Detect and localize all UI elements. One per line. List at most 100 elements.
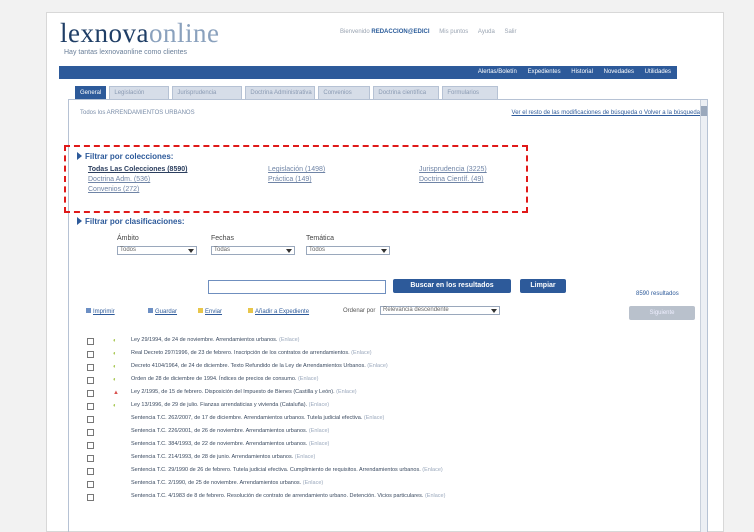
save-button[interactable]: Guardar xyxy=(148,308,177,315)
email-button[interactable]: Enviar xyxy=(198,308,222,315)
result-title[interactable]: Sentencia T.C. 226/2001, de 26 de noviem… xyxy=(131,428,307,434)
collection-scientific-doctrine[interactable]: Doctrina Científ. (49) xyxy=(419,176,484,183)
nav-link-folders[interactable]: Expedientes xyxy=(528,69,561,75)
breadcrumb: Todos los ARRENDAMIENTOS URBANOS xyxy=(80,110,195,116)
tab-agreements[interactable]: Convenios xyxy=(318,86,371,99)
collection-legislation[interactable]: Legislación (1498) xyxy=(268,166,325,173)
collections-filter-title: Filtrar por colecciones: xyxy=(77,152,173,161)
result-title[interactable]: Sentencia T.C. 29/1990 de 26 de febrero.… xyxy=(131,467,421,473)
tab-general[interactable]: General xyxy=(75,86,107,99)
result-title[interactable]: Ley 2/1995, de 15 de febrero. Disposició… xyxy=(131,389,335,395)
result-checkbox[interactable] xyxy=(87,481,94,488)
collection-all[interactable]: Todas Las Colecciones (8590) xyxy=(88,166,187,173)
collection-admin-doctrine[interactable]: Doctrina Adm. (536) xyxy=(88,176,150,183)
search-results-button[interactable]: Buscar en los resultados xyxy=(393,279,511,293)
userbar-link-help[interactable]: Ayuda xyxy=(478,29,495,35)
result-more-link[interactable]: (Enlace) xyxy=(295,454,315,460)
clear-button[interactable]: Limpiar xyxy=(520,279,566,293)
result-checkbox[interactable] xyxy=(87,364,94,371)
result-title[interactable]: Orden de 28 de diciembre de 1994. Índice… xyxy=(131,376,296,382)
back-to-search-link[interactable]: Ver el resto de las modificaciones de bú… xyxy=(510,109,700,117)
chevron-down-icon xyxy=(286,249,292,253)
result-checkbox[interactable] xyxy=(87,416,94,423)
result-title[interactable]: Real Decreto 297/1996, de 23 de febrero.… xyxy=(131,350,350,356)
collection-agreements[interactable]: Convenios (272) xyxy=(88,186,139,193)
tab-legislation[interactable]: Legislación xyxy=(109,86,170,99)
tab-admin-doctrine[interactable]: Doctrina Administrativa xyxy=(245,86,316,99)
result-checkbox[interactable] xyxy=(87,403,94,410)
result-more-link[interactable]: (Enlace) xyxy=(351,350,371,356)
result-title[interactable]: Ley 13/1996, de 29 de julio. Fianzas arr… xyxy=(131,402,307,408)
save-icon xyxy=(148,308,153,313)
classifications-filter-title: Filtrar por clasificaciones: xyxy=(77,217,185,226)
result-title[interactable]: Sentencia T.C. 2/1990, de 25 de noviembr… xyxy=(131,480,301,486)
tab-jurisprudence[interactable]: Jurisprudencia xyxy=(172,86,243,99)
scrollbar-thumb[interactable] xyxy=(701,106,707,116)
tab-forms[interactable]: Formularios xyxy=(442,86,499,99)
filter-select-scope[interactable]: Todos xyxy=(117,246,197,255)
result-more-link[interactable]: (Enlace) xyxy=(309,402,329,408)
result-more-link[interactable]: (Enlace) xyxy=(279,337,299,343)
result-more-link[interactable]: (Enlace) xyxy=(364,415,384,421)
top-nav-bar: Alertas/Boletín Expedientes Historial No… xyxy=(59,66,677,79)
result-checkbox[interactable] xyxy=(87,377,94,384)
print-button[interactable]: Imprimir xyxy=(86,308,115,315)
result-text-wrap: Sentencia T.C. 262/2007, de 17 de diciem… xyxy=(131,415,384,421)
nav-link-news[interactable]: Novedades xyxy=(604,69,634,75)
order-select[interactable]: Relevancia descendente xyxy=(380,306,500,315)
filter-select-dates[interactable]: Todas xyxy=(211,246,295,255)
result-title[interactable]: Sentencia T.C. 262/2007, de 17 de diciem… xyxy=(131,415,362,421)
result-checkbox[interactable] xyxy=(87,338,94,345)
result-title[interactable]: Sentencia T.C. 4/1983 de 8 de febrero. R… xyxy=(131,493,423,499)
next-page-button[interactable]: Siguiente xyxy=(629,306,695,320)
result-more-link[interactable]: (Enlace) xyxy=(303,480,323,486)
welcome-text: Bienvenido xyxy=(340,29,370,35)
result-text-wrap: Sentencia T.C. 226/2001, de 26 de noviem… xyxy=(131,428,329,434)
result-text-wrap: Real Decreto 297/1996, de 23 de febrero.… xyxy=(131,350,372,356)
result-title[interactable]: Ley 29/1994, de 24 de noviembre. Arrenda… xyxy=(131,337,277,343)
user-name[interactable]: REDACCION@EDICI xyxy=(371,29,429,35)
result-more-link[interactable]: (Enlace) xyxy=(309,428,329,434)
user-bar: Bienvenido REDACCION@EDICI Mis puntos Ay… xyxy=(332,29,517,35)
filter-label-scope: Ámbito xyxy=(117,235,139,242)
result-checkbox[interactable] xyxy=(87,442,94,449)
result-checkbox[interactable] xyxy=(87,429,94,436)
result-title[interactable]: Sentencia T.C. 384/1993, de 22 de noviem… xyxy=(131,441,307,447)
arrow-right-icon xyxy=(77,217,82,225)
result-checkbox[interactable] xyxy=(87,468,94,475)
nav-link-history[interactable]: Historial xyxy=(571,69,593,75)
result-checkbox[interactable] xyxy=(87,494,94,501)
tab-scientific-doctrine[interactable]: Doctrina científica xyxy=(373,86,440,99)
chevron-down-icon xyxy=(188,249,194,253)
result-more-link[interactable]: (Enlace) xyxy=(422,467,442,473)
result-more-link[interactable]: (Enlace) xyxy=(309,441,329,447)
userbar-link-logout[interactable]: Salir xyxy=(505,29,517,35)
result-text-wrap: Orden de 28 de diciembre de 1994. Índice… xyxy=(131,376,318,382)
result-title[interactable]: Decreto 4104/1964, de 24 de diciembre. T… xyxy=(131,363,366,369)
result-text-wrap: Sentencia T.C. 214/1993, de 28 de junio.… xyxy=(131,454,315,460)
result-checkbox[interactable] xyxy=(87,390,94,397)
result-text-wrap: Ley 2/1995, de 15 de febrero. Disposició… xyxy=(131,389,357,395)
result-checkbox[interactable] xyxy=(87,351,94,358)
collection-practice[interactable]: Práctica (149) xyxy=(268,176,312,183)
collection-jurisprudence[interactable]: Jurisprudencia (3225) xyxy=(419,166,487,173)
result-more-link[interactable]: (Enlace) xyxy=(425,493,445,499)
document-icon: ◐ xyxy=(113,403,117,409)
result-checkbox[interactable] xyxy=(87,455,94,462)
add-to-folder-button[interactable]: Añadir a Expediente xyxy=(248,308,309,315)
search-within-input[interactable] xyxy=(208,280,386,294)
nav-link-alerts[interactable]: Alertas/Boletín xyxy=(478,69,517,75)
filter-select-topic[interactable]: Todos xyxy=(306,246,390,255)
brand-logo[interactable]: lexnovaonline xyxy=(60,18,219,49)
userbar-link-points[interactable]: Mis puntos xyxy=(439,29,468,35)
result-more-link[interactable]: (Enlace) xyxy=(298,376,318,382)
result-title[interactable]: Sentencia T.C. 214/1993, de 28 de junio.… xyxy=(131,454,293,460)
filter-label-dates: Fechas xyxy=(211,235,234,242)
scrollbar[interactable] xyxy=(700,100,707,532)
document-icon: ◐ xyxy=(113,338,117,344)
result-text-wrap: Decreto 4104/1964, de 24 de diciembre. T… xyxy=(131,363,388,369)
result-more-link[interactable]: (Enlace) xyxy=(367,363,387,369)
nav-link-tools[interactable]: Utilidades xyxy=(645,69,671,75)
filter-label-topic: Temática xyxy=(306,235,335,242)
result-more-link[interactable]: (Enlace) xyxy=(336,389,356,395)
